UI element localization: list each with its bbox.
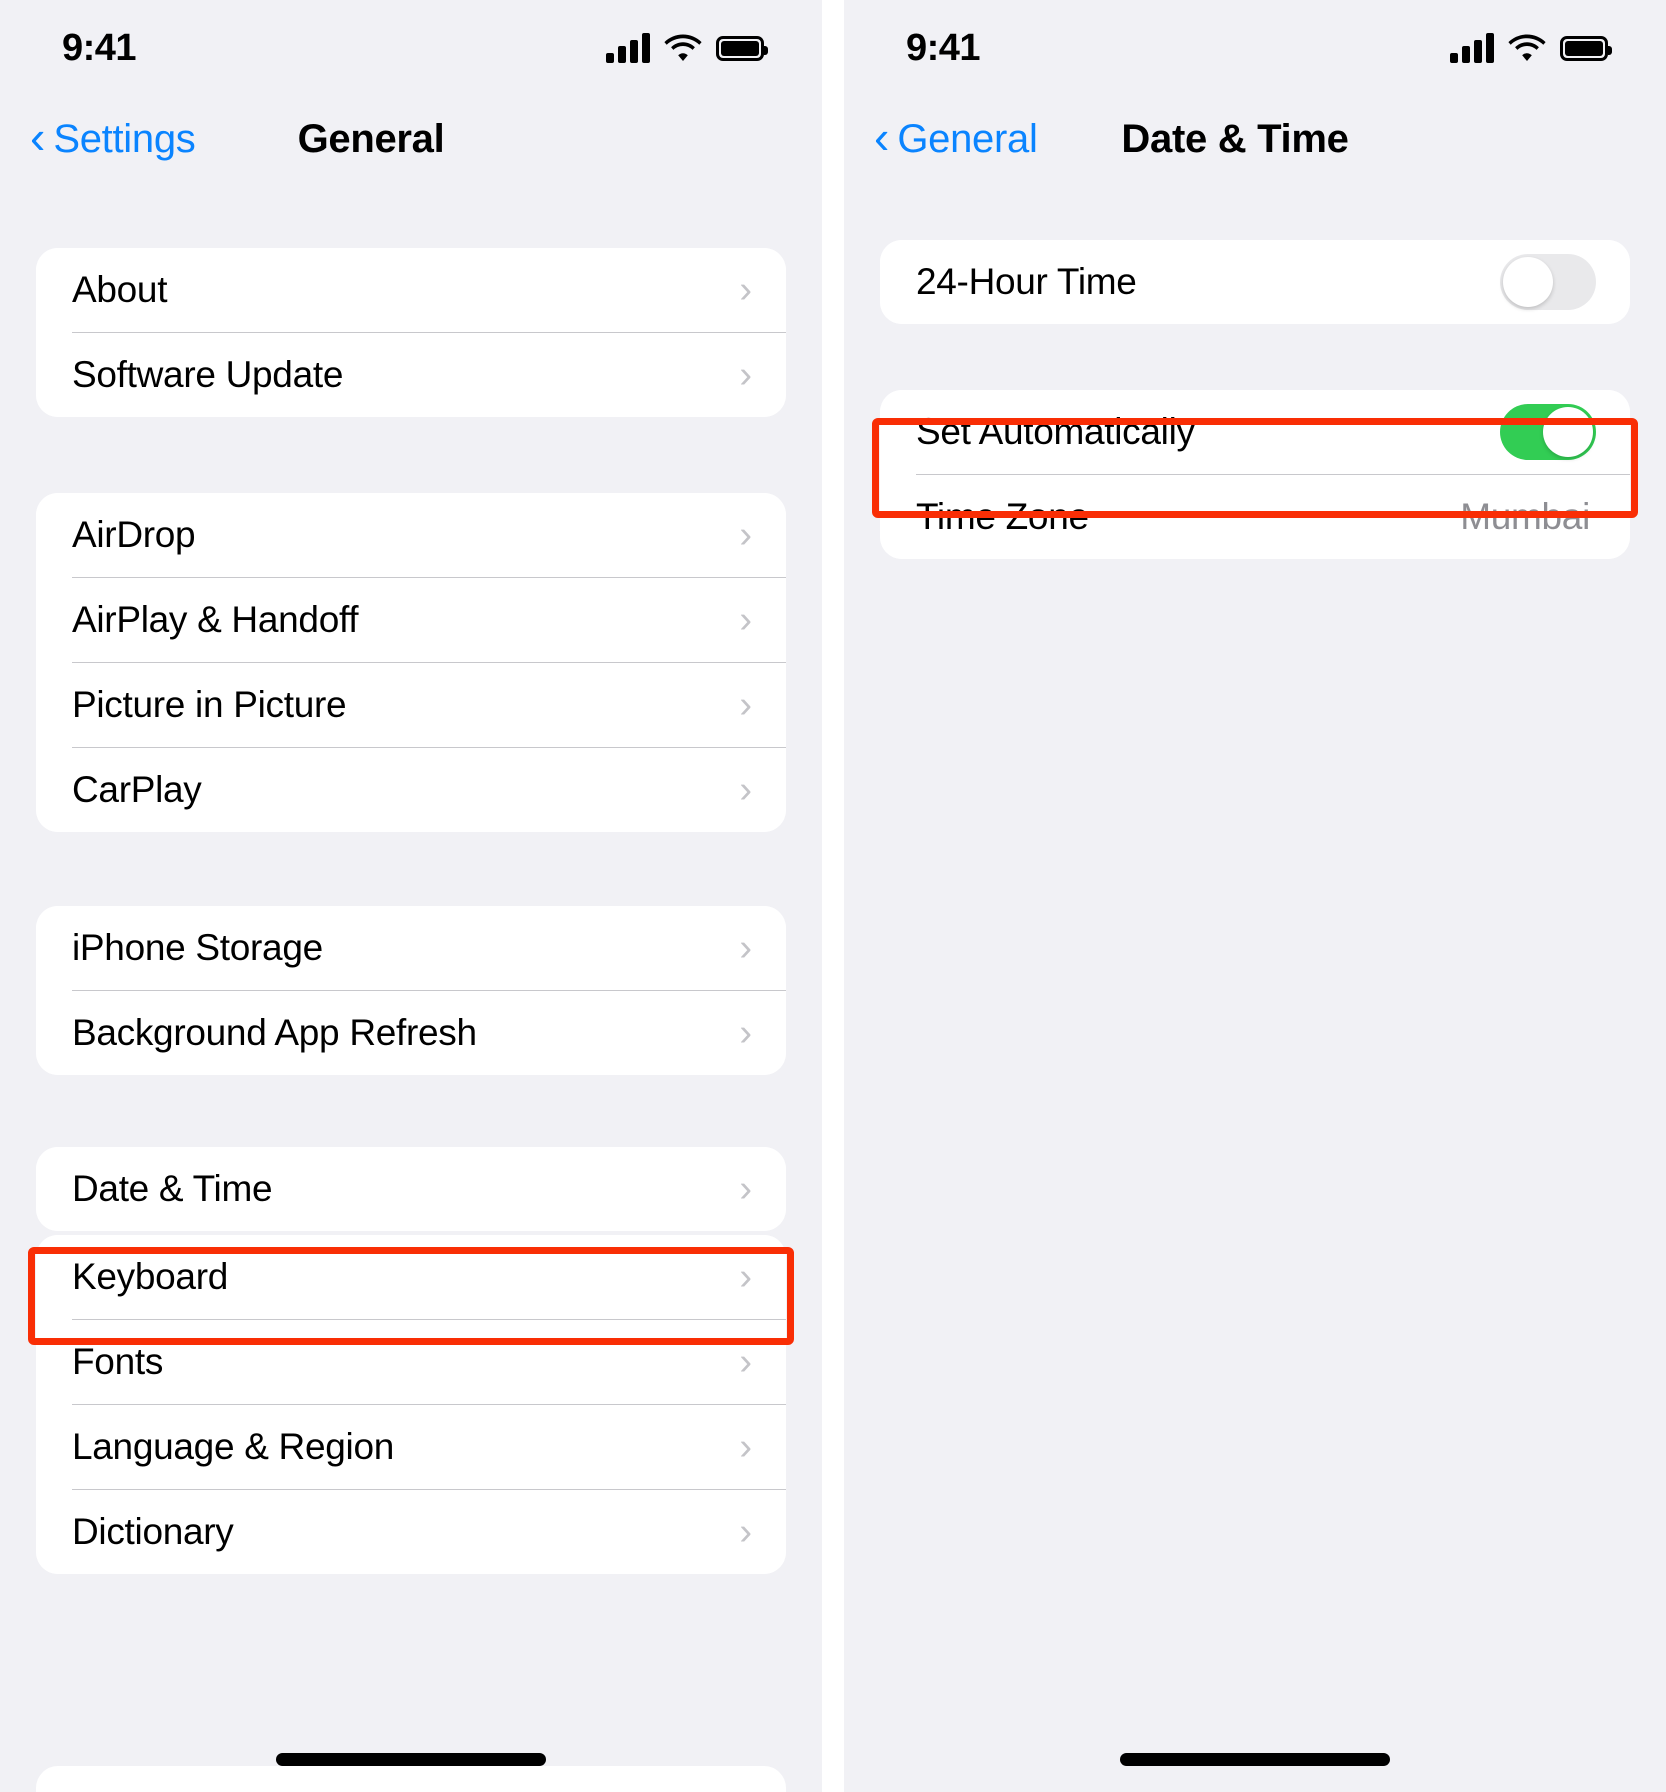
date-time-settings-list: 24-Hour Time Set Automatically Time Zone (844, 240, 1666, 559)
chevron-right-icon: › (739, 1256, 752, 1298)
row-label: Keyboard (72, 1256, 228, 1297)
chevron-right-icon: › (739, 769, 752, 811)
chevron-right-icon: › (739, 684, 752, 726)
home-indicator (276, 1753, 546, 1766)
dual-screen-container: 9:41 ‹ Settings General About › Software… (0, 0, 1666, 1792)
toggle-set-automatically[interactable] (1500, 404, 1596, 460)
row-label: Dictionary (72, 1511, 234, 1552)
toggle-24-hour-time[interactable] (1500, 254, 1596, 310)
status-bar-icons (1450, 33, 1612, 63)
row-label: AirDrop (72, 514, 196, 555)
settings-group-storage: iPhone Storage › Background App Refresh … (36, 906, 786, 1075)
cellular-bars-icon (1450, 33, 1494, 63)
row-time-zone[interactable]: Time Zone Mumbai (880, 475, 1630, 559)
sidebar-item-dictionary[interactable]: Dictionary › (36, 1490, 786, 1574)
toggle-knob (1503, 257, 1553, 307)
row-label: iPhone Storage (72, 927, 323, 968)
row-label: Time Zone (916, 496, 1089, 537)
home-indicator (1120, 1753, 1390, 1766)
chevron-right-icon: › (739, 1511, 752, 1553)
settings-group-date-time: Date & Time › (36, 1147, 786, 1231)
cellular-bars-icon (606, 33, 650, 63)
chevron-right-icon: › (739, 927, 752, 969)
nav-bar: ‹ General Date & Time (844, 96, 1666, 182)
chevron-right-icon: › (739, 599, 752, 641)
status-bar-time: 9:41 (906, 26, 981, 69)
settings-group-connectivity: AirDrop › AirPlay & Handoff › Picture in… (36, 493, 786, 832)
sidebar-item-picture-in-picture[interactable]: Picture in Picture › (36, 663, 786, 747)
sidebar-item-iphone-storage[interactable]: iPhone Storage › (36, 906, 786, 990)
row-set-automatically[interactable]: Set Automatically (880, 390, 1630, 474)
row-label: Fonts (72, 1341, 164, 1382)
sidebar-item-airplay-handoff[interactable]: AirPlay & Handoff › (36, 578, 786, 662)
chevron-left-icon: ‹ (874, 111, 890, 163)
row-label: Date & Time (72, 1168, 273, 1209)
sidebar-item-date-and-time[interactable]: Date & Time › (36, 1147, 786, 1231)
settings-list: About › Software Update › AirDrop › AirP… (0, 248, 822, 1574)
back-button-general[interactable]: ‹ General (874, 111, 1038, 163)
sidebar-item-about[interactable]: About › (36, 248, 786, 332)
wifi-icon (664, 34, 702, 61)
chevron-right-icon: › (739, 1341, 752, 1383)
row-label: About (72, 269, 168, 310)
row-label: Set Automatically (916, 411, 1195, 452)
chevron-left-icon: ‹ (30, 111, 46, 163)
sidebar-item-fonts[interactable]: Fonts › (36, 1320, 786, 1404)
status-bar-time: 9:41 (62, 26, 137, 69)
status-bar: 9:41 (844, 0, 1666, 96)
sidebar-item-keyboard[interactable]: Keyboard › (36, 1235, 786, 1319)
back-button-settings[interactable]: ‹ Settings (30, 111, 196, 163)
settings-group-24hour: 24-Hour Time (880, 240, 1630, 324)
row-label: Software Update (72, 354, 344, 395)
chevron-right-icon: › (739, 1426, 752, 1468)
settings-group-input: Keyboard › Fonts › Language & Region › D… (36, 1235, 786, 1574)
settings-group-info: About › Software Update › (36, 248, 786, 417)
battery-full-icon (1560, 35, 1612, 61)
left-phone-screen-general: 9:41 ‹ Settings General About › Software… (0, 0, 822, 1792)
chevron-right-icon: › (739, 1012, 752, 1054)
sidebar-item-carplay[interactable]: CarPlay › (36, 748, 786, 832)
row-label: AirPlay & Handoff (72, 599, 359, 640)
battery-full-icon (716, 35, 768, 61)
row-label: CarPlay (72, 769, 202, 810)
row-24-hour-time[interactable]: 24-Hour Time (880, 240, 1630, 324)
back-button-label: Settings (53, 116, 196, 161)
chevron-right-icon: › (739, 354, 752, 396)
status-bar: 9:41 (0, 0, 822, 96)
sidebar-item-background-app-refresh[interactable]: Background App Refresh › (36, 991, 786, 1075)
sidebar-item-language-and-region[interactable]: Language & Region › (36, 1405, 786, 1489)
toggle-knob (1543, 407, 1593, 457)
time-zone-value: Mumbai (1460, 496, 1590, 537)
row-label: 24-Hour Time (916, 261, 1137, 302)
chevron-right-icon: › (739, 269, 752, 311)
status-bar-icons (606, 33, 768, 63)
next-group-card-edge (36, 1766, 786, 1792)
back-button-label: General (897, 116, 1038, 161)
sidebar-item-airdrop[interactable]: AirDrop › (36, 493, 786, 577)
chevron-right-icon: › (739, 514, 752, 556)
chevron-right-icon: › (739, 1168, 752, 1210)
sidebar-item-software-update[interactable]: Software Update › (36, 333, 786, 417)
nav-bar: ‹ Settings General (0, 96, 822, 182)
wifi-icon (1508, 34, 1546, 61)
row-label: Picture in Picture (72, 684, 347, 725)
row-label: Background App Refresh (72, 1012, 477, 1053)
right-phone-screen-date-time: 9:41 ‹ General Date & Time 24-Hour Time … (844, 0, 1666, 1792)
settings-group-automatic: Set Automatically Time Zone Mumbai (880, 390, 1630, 559)
row-label: Language & Region (72, 1426, 395, 1467)
